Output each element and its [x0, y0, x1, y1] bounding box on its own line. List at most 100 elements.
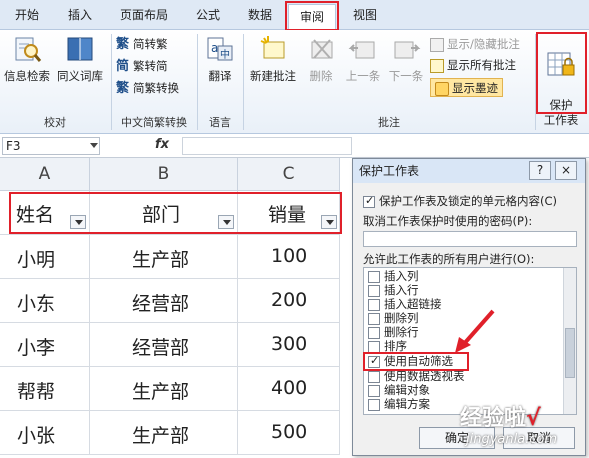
- show-hide-comment-icon: [430, 37, 444, 52]
- thesaurus-button[interactable]: 同义词库: [54, 34, 106, 84]
- allow-label: 允许此工作表的所有用户进行(O):: [363, 252, 535, 266]
- tab-page-layout[interactable]: 页面布局: [106, 0, 182, 30]
- tab-insert[interactable]: 插入: [54, 0, 106, 30]
- password-input[interactable]: [363, 231, 577, 247]
- proofing-group-label: 校对: [44, 116, 66, 129]
- svg-text:中: 中: [220, 48, 230, 61]
- new-comment-button[interactable]: 新建批注: [246, 34, 300, 84]
- column-header-a[interactable]: A: [0, 158, 90, 191]
- dialog-help-button[interactable]: ?: [529, 161, 551, 180]
- checkbox-checked-icon: [368, 354, 380, 368]
- table-cell[interactable]: 400: [238, 367, 340, 411]
- chinese-convert-button[interactable]: 繁简繁转换: [116, 79, 179, 98]
- language-group-label: 语言: [209, 116, 231, 129]
- table-cell[interactable]: 小明: [0, 235, 90, 279]
- table-cell[interactable]: 100: [238, 235, 340, 279]
- filter-dropdown-icon[interactable]: [70, 215, 86, 229]
- checkbox-icon: [368, 298, 380, 311]
- list-item[interactable]: 编辑对象: [368, 384, 430, 397]
- insert-function-button[interactable]: fx: [155, 137, 169, 152]
- list-item[interactable]: 插入超链接: [368, 298, 442, 311]
- show-all-comments-button[interactable]: 显示所有批注: [430, 56, 516, 75]
- table-cell[interactable]: 小东: [0, 279, 90, 323]
- research-label: 信息检索: [4, 69, 50, 83]
- password-label: 取消工作表保护时使用的密码(P):: [363, 214, 533, 228]
- header-cell-dept[interactable]: 部门: [90, 191, 238, 235]
- list-item[interactable]: 使用数据透视表: [368, 370, 465, 383]
- table-cell[interactable]: 经营部: [90, 323, 238, 367]
- checkbox-icon: [368, 326, 380, 339]
- table-cell[interactable]: 生产部: [90, 411, 238, 455]
- list-item[interactable]: 插入行: [368, 284, 419, 297]
- filter-dropdown-icon[interactable]: [218, 215, 234, 229]
- ribbon: 信息检索 同义词库 校对 繁简转繁 简繁转简 繁简繁转换 中文简繁转换 a 中 …: [0, 30, 589, 134]
- checkbox-icon: [368, 384, 380, 397]
- tab-home[interactable]: 开始: [0, 0, 54, 30]
- show-hide-comment-button[interactable]: 显示/隐藏批注: [430, 35, 520, 54]
- protect-contents-checkbox[interactable]: 保护工作表及锁定的单元格内容(C): [363, 193, 557, 209]
- delete-comment-icon: [311, 39, 333, 59]
- table-cell[interactable]: 经营部: [90, 279, 238, 323]
- checkbox-icon: [368, 340, 380, 353]
- header-cell-sales[interactable]: 销量: [238, 191, 340, 235]
- table-cell[interactable]: 500: [238, 411, 340, 455]
- formula-input[interactable]: [182, 137, 352, 155]
- table-cell[interactable]: 生产部: [90, 235, 238, 279]
- list-item[interactable]: 排序: [368, 340, 407, 353]
- list-scrollbar[interactable]: [563, 268, 576, 414]
- delete-comment-button[interactable]: 删除: [302, 34, 340, 84]
- ribbon-tabs: 开始 插入 页面布局 公式 数据 审阅 视图: [0, 0, 589, 31]
- prev-comment-label: 上一条: [345, 69, 381, 83]
- list-item[interactable]: 删除列: [368, 312, 419, 325]
- research-icon: [15, 37, 42, 62]
- list-item[interactable]: 删除行: [368, 326, 419, 339]
- thesaurus-label: 同义词库: [57, 69, 103, 83]
- column-header-c[interactable]: C: [238, 158, 340, 191]
- thesaurus-icon: [67, 37, 93, 61]
- new-comment-label: 新建批注: [250, 69, 296, 83]
- table-cell[interactable]: 小张: [0, 411, 90, 455]
- list-item[interactable]: 编辑方案: [368, 398, 430, 411]
- to-simplified-button[interactable]: 简繁转简: [116, 57, 168, 76]
- protect-sheet-label: 保护 工作表: [543, 98, 579, 127]
- filter-dropdown-icon[interactable]: [321, 215, 337, 229]
- watermark-logo: 经验啦√: [460, 406, 541, 431]
- svg-text:a: a: [211, 41, 218, 55]
- group-divider: [535, 34, 536, 130]
- next-comment-button[interactable]: 下一条: [386, 34, 426, 84]
- name-box[interactable]: F3: [2, 137, 100, 155]
- tab-formulas[interactable]: 公式: [182, 0, 234, 30]
- table-cell[interactable]: 200: [238, 279, 340, 323]
- prev-comment-button[interactable]: 上一条: [342, 34, 384, 84]
- column-header-b[interactable]: B: [90, 158, 238, 191]
- show-all-comments-icon: [430, 58, 444, 73]
- checkbox-icon: [368, 284, 380, 297]
- scrollbar-thumb[interactable]: [565, 328, 575, 378]
- checkmark-icon: √: [526, 406, 541, 431]
- table-cell[interactable]: 生产部: [90, 367, 238, 411]
- name-box-dropdown-icon[interactable]: [90, 143, 98, 148]
- tab-view[interactable]: 视图: [340, 0, 390, 30]
- checkbox-icon: [368, 370, 380, 383]
- tab-review[interactable]: 审阅: [288, 4, 336, 31]
- header-cell-name[interactable]: 姓名: [0, 191, 90, 235]
- next-comment-icon: [394, 41, 421, 59]
- comments-group-label: 批注: [378, 116, 400, 129]
- chinese-group-label: 中文简繁转换: [121, 116, 187, 129]
- protect-sheet-button[interactable]: 保护 工作表: [538, 34, 584, 128]
- show-ink-button[interactable]: 显示墨迹: [430, 78, 503, 97]
- checkbox-icon: [368, 398, 380, 411]
- table-cell[interactable]: 小李: [0, 323, 90, 367]
- to-traditional-button[interactable]: 繁简转繁: [116, 35, 168, 54]
- table-cell[interactable]: 300: [238, 323, 340, 367]
- checkbox-icon: [368, 312, 380, 325]
- table-cell[interactable]: 帮帮: [0, 367, 90, 411]
- list-item[interactable]: 使用自动筛选: [368, 354, 453, 368]
- dialog-close-button[interactable]: ×: [555, 161, 577, 180]
- next-comment-label: 下一条: [388, 69, 424, 83]
- research-button[interactable]: 信息检索: [2, 34, 52, 84]
- list-item[interactable]: 插入列: [368, 270, 419, 283]
- tab-data[interactable]: 数据: [234, 0, 286, 30]
- convert-char-icon: 繁: [116, 80, 130, 96]
- translate-button[interactable]: a 中 翻译: [200, 34, 240, 84]
